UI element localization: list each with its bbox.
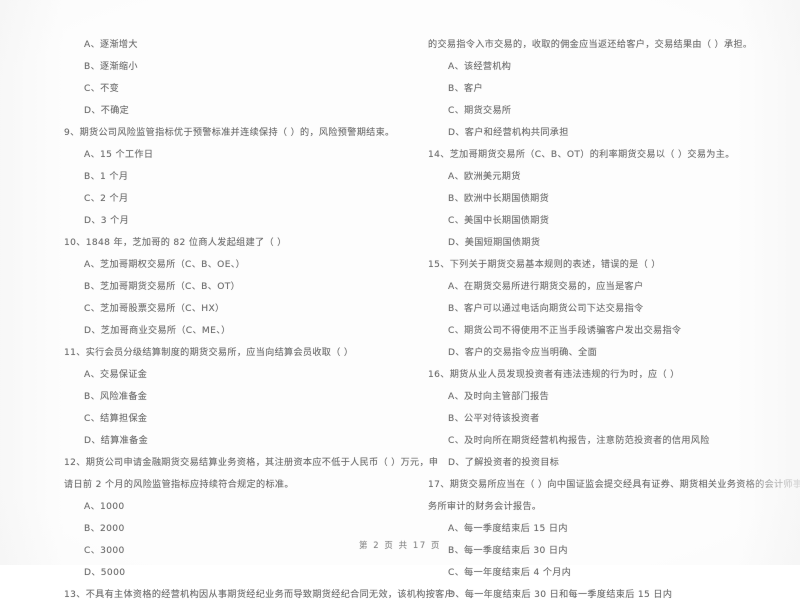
page-footer: 第 2 页 共 17 页: [359, 540, 441, 550]
right-option-line: D、客户的交易指令应当明确、全面: [448, 348, 598, 358]
left-question-continuation-line: 请日前 2 个月的风险监管指标应持续符合规定的标准。: [64, 480, 294, 490]
right-question-continuation-line: 务所审计的财务会计报告。: [428, 502, 542, 512]
right-option-line: C、美国中长期国债期货: [448, 216, 550, 226]
left-option-line: D、5000: [84, 568, 126, 578]
left-option-line: B、逐渐缩小: [84, 62, 138, 72]
left-option-line: A、15 个工作日: [84, 150, 154, 160]
left-option-line: C、2 个月: [84, 194, 129, 204]
left-option-line: B、风险准备金: [84, 392, 148, 402]
left-question-line: 10、1848 年，芝加哥的 82 位商人发起组建了（ ）: [64, 238, 287, 248]
right-option-line: D、客户和经营机构共同承担: [448, 128, 569, 138]
right-option-line: B、客户: [448, 84, 483, 94]
left-option-line: A、芝加哥期权交易所（C、B、OE、）: [84, 260, 246, 270]
right-question-line: 14、芝加哥期货交易所（C、B、OT）的利率期货交易以（ ）交易为主。: [428, 150, 735, 160]
right-column: 的交易指令入市交易的，收取的佣金应当返还给客户，交易结果由（ ）承担。 A、该经营…: [400, 34, 800, 606]
left-question-line: 13、不具有主体资格的经营机构因从事期货经纪业务而导致期货经纪合同无效，该机构按…: [64, 590, 455, 600]
right-option-line: A、该经营机构: [448, 62, 512, 72]
right-option-line: B、客户可以通过电话向期货公司下达交易指令: [448, 304, 644, 314]
right-option-line: A、每一季度结束后 15 日内: [448, 524, 568, 534]
left-option-line: C、结算担保金: [84, 414, 148, 424]
right-option-line: C、及时向所在期货经营机构报告，注意防范投资者的信用风险: [448, 436, 710, 446]
left-option-line: A、逐渐增大: [84, 40, 138, 50]
left-option-line: B、芝加哥期货交易所（C、B、OT）: [84, 282, 241, 292]
right-question-continuation-line: 的交易指令入市交易的，收取的佣金应当返还给客户，交易结果由（ ）承担。: [428, 40, 753, 50]
left-option-line: D、3 个月: [84, 216, 130, 226]
right-option-line: A、及时向主管部门报告: [448, 392, 550, 402]
left-option-line: D、芝加哥商业交易所（C、ME、）: [84, 326, 231, 336]
right-question-line: 16、期货从业人员发现投资者有违法违规的行为时，应（ ）: [428, 370, 680, 380]
left-option-line: B、2000: [84, 524, 125, 534]
right-option-line: D、美国短期国债期货: [448, 238, 541, 248]
left-option-line: C、芝加哥股票交易所（C、HX）: [84, 304, 225, 314]
right-option-line: D、了解投资者的投资目标: [448, 458, 560, 468]
right-question-line: 17、期货交易所应当在（ ）向中国证监会提交经具有证券、期货相关业务资格的会计师…: [428, 480, 800, 490]
two-column-body: A、逐渐增大 B、逐渐缩小 C、不变 D、不确定 9、期货公司风险监管指标优于预警标准并…: [0, 34, 800, 606]
left-option-line: A、1000: [84, 502, 125, 512]
left-option-line: C、不变: [84, 84, 120, 94]
right-option-line: B、欧洲中长期国债期货: [448, 194, 550, 204]
exam-page: A、逐渐增大 B、逐渐缩小 C、不变 D、不确定 9、期货公司风险监管指标优于预警标准并…: [0, 0, 800, 600]
left-question-line: 11、实行会员分级结算制度的期货交易所，应当向结算会员收取（ ）: [64, 348, 354, 358]
left-option-line: B、1 个月: [84, 172, 129, 182]
left-option-line: D、结算准备金: [84, 436, 149, 446]
right-option-line: B、公平对待该投资者: [448, 414, 540, 424]
right-question-line: 15、下列关于期货交易基本规则的表述，错误的是（ ）: [428, 260, 661, 270]
left-column: A、逐渐增大 B、逐渐缩小 C、不变 D、不确定 9、期货公司风险监管指标优于预警标准并…: [0, 34, 455, 606]
right-option-line: C、每一年度结束后 4 个月内: [448, 568, 572, 578]
right-option-line: C、期货交易所: [448, 106, 512, 116]
right-option-line: A、欧洲美元期货: [448, 172, 521, 182]
left-question-line: 12、期货公司申请金融期货交易结算业务资格，其注册资本应不低于人民币（ ）万元，…: [64, 458, 439, 468]
left-question-line: 9、期货公司风险监管指标优于预警标准并连续保持（ ）的，风险预警期结束。: [64, 128, 395, 138]
left-option-line: D、不确定: [84, 106, 130, 116]
right-option-line: A、在期货交易所进行期货交易的，应当是客户: [448, 282, 644, 292]
left-option-line: A、交易保证金: [84, 370, 148, 380]
right-option-line: D、每一年度结束后 30 日和每一季度结束后 15 日内: [448, 590, 673, 600]
right-option-line: C、期货公司不得使用不正当手段诱骗客户发出交易指令: [448, 326, 682, 336]
